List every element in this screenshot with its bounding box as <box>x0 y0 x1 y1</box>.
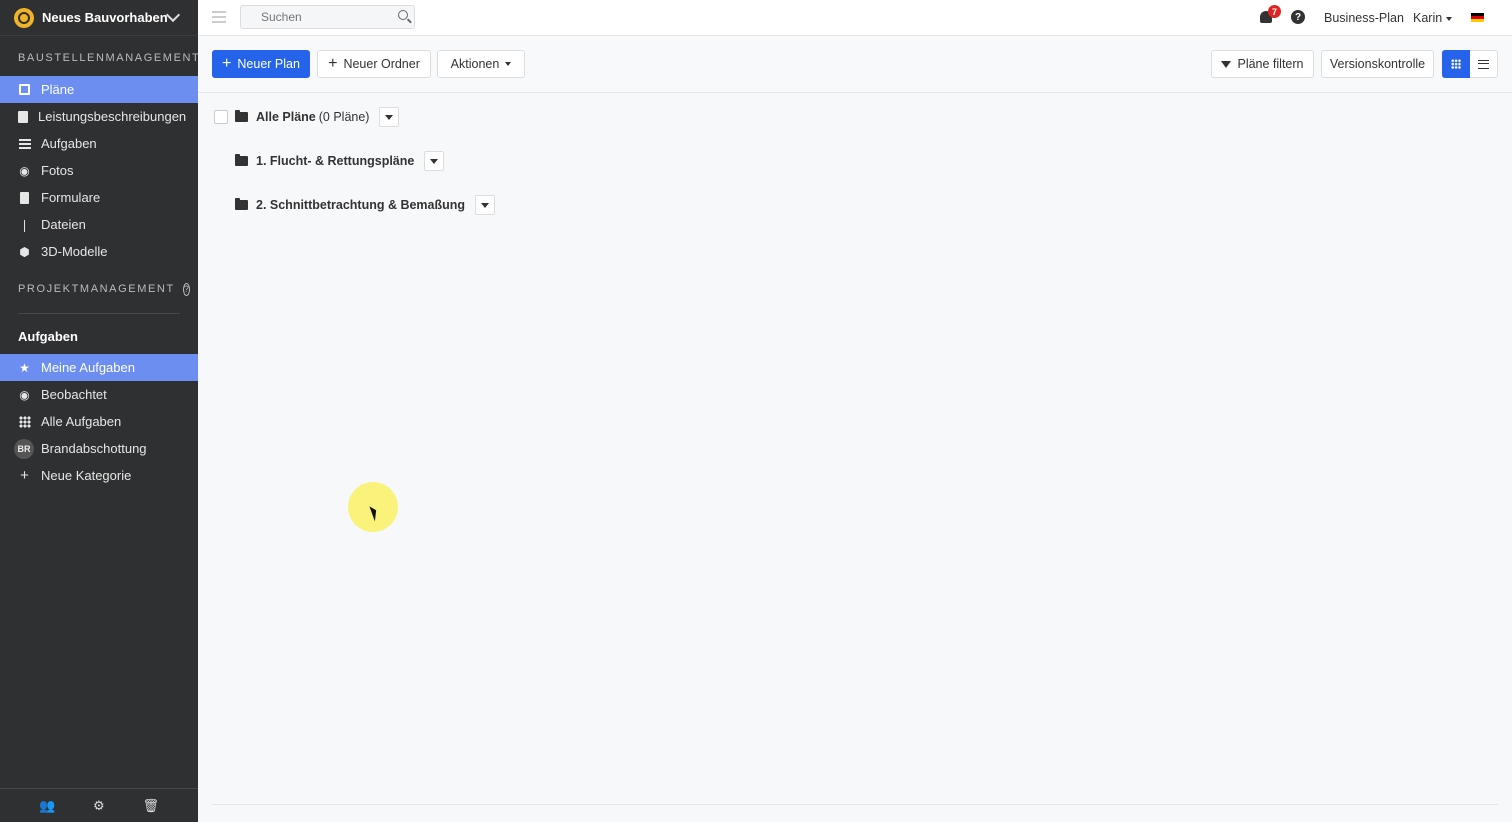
help-circle-icon[interactable]: ? <box>182 282 190 296</box>
star-icon: ★ <box>19 360 30 375</box>
plus-icon: + <box>222 55 232 72</box>
sidebar-item-label: Fotos <box>41 163 74 178</box>
caret-down-icon <box>1446 16 1453 21</box>
section-label-text: PROJEKTMANAGEMENT <box>18 283 175 295</box>
sidebar-item-label: Beobachtet <box>41 387 107 402</box>
search-input[interactable] <box>241 6 381 28</box>
sidebar-item-dateien[interactable]: ❘ Dateien <box>0 211 198 238</box>
grid-view-toggle[interactable] <box>1442 50 1470 78</box>
project-switcher[interactable]: Neues Bauvorhaben <box>0 0 198 36</box>
sidebar-item-brandabschottung[interactable]: BR Brandabschottung <box>0 435 198 462</box>
folder-icon <box>235 198 248 210</box>
chevron-down-icon[interactable] <box>165 7 181 23</box>
german-flag-icon[interactable] <box>1471 13 1484 22</box>
topbar: 7 ? Business-Plan Karin <box>198 0 1512 36</box>
sidebar-item-aufgaben[interactable]: Aufgaben <box>0 130 198 157</box>
list-view-toggle[interactable] <box>1470 50 1498 78</box>
sidebar-item-fotos[interactable]: ◉ Fotos <box>0 157 198 184</box>
grid-icon <box>18 415 31 428</box>
sidebar-item-label: Leistungsbeschreibungen <box>38 109 187 124</box>
sidebar-item-label: 3D-Modelle <box>41 244 108 259</box>
sidebar-item-label: Dateien <box>41 217 86 232</box>
tree-row-root: Alle Pläne (0 Pläne) <box>214 107 400 127</box>
cube-icon: ⬢ <box>19 244 30 259</box>
sidebar-item-neue-kategorie[interactable]: + Neue Kategorie <box>0 462 198 489</box>
sidebar-item-3d-modelle[interactable]: ⬢ 3D-Modelle <box>0 238 198 265</box>
list-icon <box>1478 59 1489 69</box>
grid-icon <box>1451 59 1461 69</box>
trash-icon[interactable]: 🗑 <box>143 798 160 814</box>
folder-menu-button[interactable] <box>424 151 445 171</box>
content-divider <box>212 804 1498 805</box>
user-name: Karin <box>1413 11 1443 25</box>
menu-icon[interactable] <box>212 11 226 23</box>
camera-icon: ◉ <box>19 163 30 178</box>
sidebar-item-label: Meine Aufgaben <box>41 360 135 375</box>
plan-link[interactable]: Business-Plan <box>1324 11 1404 25</box>
sidebar-item-label: Formulare <box>41 190 101 205</box>
users-icon[interactable]: 👥 <box>39 798 55 814</box>
folder-menu-button[interactable] <box>475 195 496 215</box>
sidebar-item-label: Brandabschottung <box>41 441 147 456</box>
notification-badge: 7 <box>1268 5 1281 18</box>
sidebar-item-label: Aufgaben <box>41 136 97 151</box>
folder-label[interactable]: Alle Pläne <box>256 110 316 124</box>
sidebar-item-label: Neue Kategorie <box>41 468 132 483</box>
sidebar-item-label: Pläne <box>41 82 75 97</box>
caret-down-icon <box>505 62 512 66</box>
search-icon[interactable] <box>398 10 408 20</box>
new-folder-button[interactable]: + Neuer Ordner <box>317 50 431 78</box>
button-label: Pläne filtern <box>1237 57 1304 71</box>
button-label: Versionskontrolle <box>1329 57 1426 71</box>
folder-menu-button[interactable] <box>379 107 400 127</box>
plus-icon: + <box>20 467 29 484</box>
user-menu[interactable]: Karin <box>1413 11 1453 25</box>
sidebar-item-label: Alle Aufgaben <box>41 414 122 429</box>
sidebar-item-alle-aufgaben[interactable]: Alle Aufgaben <box>0 408 198 435</box>
new-plan-button[interactable]: + Neuer Plan <box>212 50 310 78</box>
folder-icon <box>235 110 248 122</box>
plus-icon: + <box>328 55 338 72</box>
tasks-header: Aufgaben <box>18 328 78 344</box>
actions-dropdown[interactable]: Aktionen <box>437 50 525 78</box>
project-title: Neues Bauvorhaben <box>42 10 168 25</box>
plans-icon <box>18 83 31 96</box>
project-logo-icon <box>14 7 34 28</box>
help-icon[interactable]: ? <box>1291 10 1305 24</box>
filter-plans-button[interactable]: Pläne filtern <box>1211 50 1314 78</box>
search-box[interactable] <box>240 5 415 29</box>
sidebar-item-meine-aufgaben[interactable]: ★ Meine Aufgaben <box>0 354 198 381</box>
document-icon <box>18 110 28 123</box>
folder-count: (0 Pläne) <box>318 110 370 124</box>
folder-icon <box>235 154 248 166</box>
folder-label[interactable]: 2. Schnittbetrachtung & Bemaßung <box>256 198 465 212</box>
sidebar-item-leistungsbeschreibungen[interactable]: Leistungsbeschreibungen <box>0 103 198 130</box>
tree-row-folder: 2. Schnittbetrachtung & Bemaßung <box>235 195 496 215</box>
select-all-checkbox[interactable] <box>214 110 228 124</box>
clipboard-icon <box>18 191 31 204</box>
folder-label[interactable]: 1. Flucht- & Rettungspläne <box>256 154 414 168</box>
toolbar: + Neuer Plan + Neuer Ordner Aktionen Plä… <box>198 36 1512 93</box>
sidebar-footer: 👥 ⚙ 🗑 <box>0 788 198 822</box>
gear-icon[interactable]: ⚙ <box>93 798 105 814</box>
tree-row-folder: 1. Flucht- & Rettungspläne <box>235 151 445 171</box>
filter-icon <box>1221 60 1232 68</box>
section-label-projektmanagement: PROJEKTMANAGEMENT ? <box>0 279 198 299</box>
eye-icon: ◉ <box>19 387 30 402</box>
sidebar-item-beobachtet[interactable]: ◉ Beobachtet <box>0 381 198 408</box>
paperclip-icon: ❘ <box>19 217 30 232</box>
button-label: Neuer Ordner <box>343 57 420 71</box>
sidebar-item-plaene[interactable]: Pläne <box>0 76 198 103</box>
button-label: Neuer Plan <box>237 57 300 71</box>
version-control-button[interactable]: Versionskontrolle <box>1321 50 1434 78</box>
section-label-baustellenmanagement: BAUSTELLENMANAGEMENT <box>18 52 201 64</box>
button-label: Aktionen <box>450 57 500 71</box>
list-icon <box>18 137 31 150</box>
sidebar: Neues Bauvorhaben BAUSTELLENMANAGEMENT P… <box>0 0 201 822</box>
sidebar-item-formulare[interactable]: Formulare <box>0 184 198 211</box>
category-badge: BR <box>14 438 34 459</box>
